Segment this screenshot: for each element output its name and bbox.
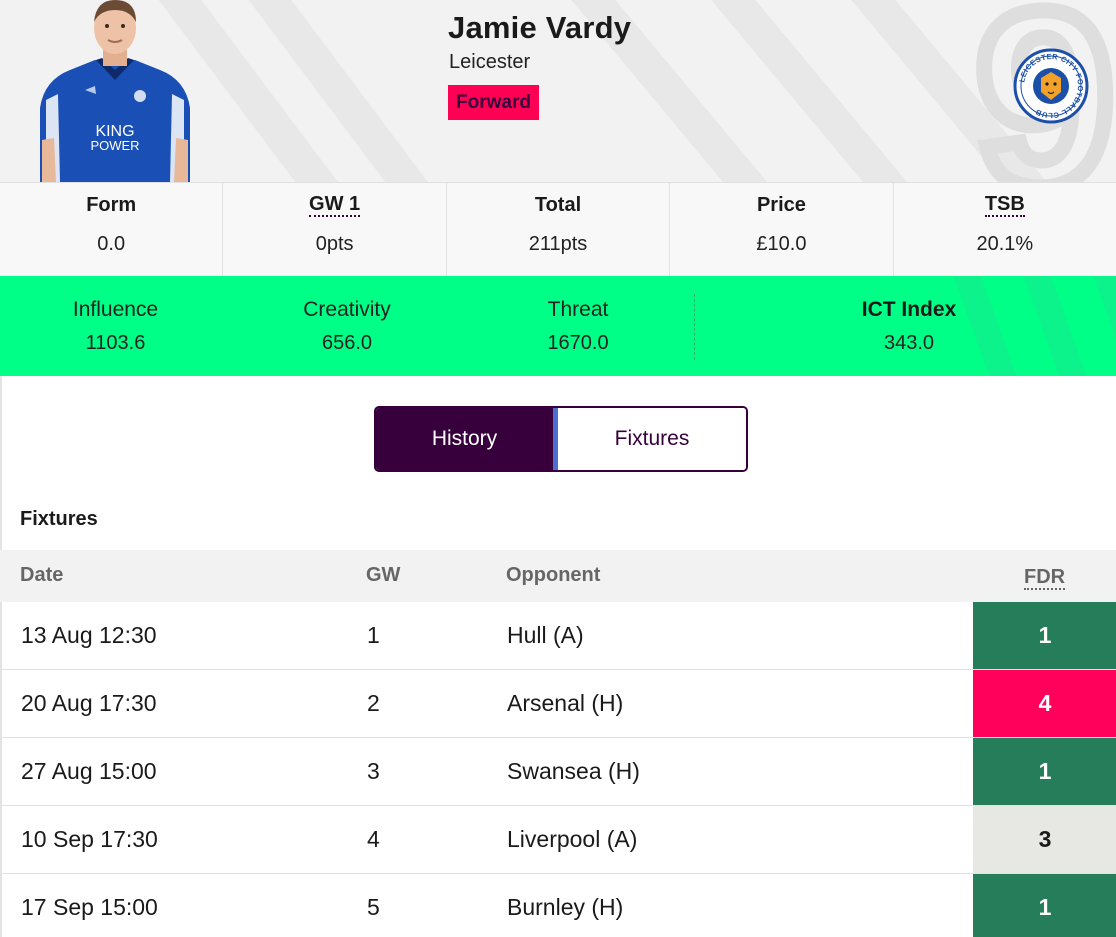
player-header: KING POWER Jamie Vardy Leicester Forward…: [0, 0, 1116, 182]
fixture-fdr: 1: [973, 874, 1116, 937]
ict-stats-row: Influence 1103.6 Creativity 656.0 Threat…: [0, 276, 1116, 376]
ict-creativity: Creativity 656.0: [287, 298, 407, 355]
club-badge-icon: LEICESTER CITY FOOTBALL CLUB: [1013, 48, 1089, 124]
position-badge: Forward: [448, 85, 539, 120]
fixture-opponent: Hull (A): [507, 622, 584, 648]
fixture-opponent: Arsenal (H): [507, 690, 624, 716]
stat-value: £10.0: [756, 233, 807, 255]
stat-price: Price £10.0: [670, 183, 894, 276]
ict-creativity-value: 656.0: [321, 332, 373, 354]
fixture-date: 10 Sep 17:30: [21, 826, 158, 852]
fixture-opponent: Liverpool (A): [507, 826, 638, 852]
fixture-gw: 3: [367, 758, 380, 784]
stat-label: Total: [534, 194, 582, 216]
ict-threat-label: Threat: [547, 298, 609, 321]
stat-total: Total 211pts: [447, 183, 671, 276]
ict-divider: [694, 294, 695, 360]
stat-value: 0.0: [97, 233, 126, 255]
fixture-date: 17 Sep 15:00: [21, 894, 158, 920]
stat-gameweek: GW 1 0pts: [223, 183, 447, 276]
player-stats-row: Form 0.0 GW 1 0pts Total 211pts Price £1…: [0, 182, 1116, 276]
fixture-fdr: 1: [973, 738, 1116, 805]
stat-label-tooltip[interactable]: GW 1: [309, 193, 361, 217]
column-header-opponent: Opponent: [506, 564, 601, 586]
table-header-row: Date GW Opponent FDR: [0, 550, 1116, 602]
fixture-opponent: Swansea (H): [507, 758, 640, 784]
tab-history[interactable]: History: [376, 408, 558, 470]
fixture-gw: 5: [367, 894, 380, 920]
stat-tsb: TSB 20.1%: [894, 183, 1116, 276]
fixture-opponent: Burnley (H): [507, 894, 624, 920]
table-row: 10 Sep 17:30 4 Liverpool (A) 3: [0, 806, 1116, 874]
ict-index-label: ICT Index: [861, 298, 957, 321]
fixture-gw: 1: [367, 622, 380, 648]
fixture-gw: 4: [367, 826, 380, 852]
ict-threat-value: 1670.0: [547, 332, 609, 354]
fixtures-section-title: Fixtures: [20, 508, 98, 530]
stat-label: Price: [756, 194, 806, 216]
table-row: 13 Aug 12:30 1 Hull (A) 1: [0, 602, 1116, 670]
tab-fixtures[interactable]: Fixtures: [558, 408, 746, 470]
fixtures-table: Date GW Opponent FDR 13 Aug 12:30 1 Hull…: [0, 550, 1116, 937]
ict-index-value: 343.0: [883, 332, 935, 354]
table-row: 20 Aug 17:30 2 Arsenal (H) 4: [0, 670, 1116, 738]
ict-creativity-label: Creativity: [303, 298, 391, 321]
player-team: Leicester: [449, 51, 531, 73]
stat-value: 0pts: [315, 233, 354, 255]
column-header-fdr[interactable]: FDR: [1024, 566, 1066, 590]
ict-influence: Influence 1103.6: [58, 298, 173, 355]
player-name: Jamie Vardy: [448, 10, 632, 45]
fixture-fdr: 1: [973, 602, 1116, 669]
stat-label: Form: [86, 194, 137, 216]
column-header-gw: GW: [366, 564, 401, 586]
ict-influence-value: 1103.6: [85, 332, 146, 354]
player-photo: KING POWER: [40, 0, 190, 182]
fixture-fdr: 4: [973, 670, 1116, 737]
fixture-fdr: 3: [973, 806, 1116, 873]
column-header-date: Date: [20, 564, 64, 586]
shirt-sponsor-line2: POWER: [90, 138, 139, 153]
view-tabs: History Fixtures: [374, 406, 748, 472]
fixture-date: 27 Aug 15:00: [21, 758, 157, 784]
stat-form: Form 0.0: [0, 183, 224, 276]
fixture-gw: 2: [367, 690, 380, 716]
ict-influence-label: Influence: [72, 298, 159, 321]
stat-value: 211pts: [528, 233, 588, 255]
fixture-date: 20 Aug 17:30: [21, 690, 157, 716]
ict-threat: Threat 1670.0: [528, 298, 628, 355]
stat-label-tooltip[interactable]: TSB: [984, 193, 1025, 217]
table-row: 27 Aug 15:00 3 Swansea (H) 1: [0, 738, 1116, 806]
stat-value: 20.1%: [976, 233, 1034, 255]
table-row: 17 Sep 15:00 5 Burnley (H) 1: [0, 874, 1116, 937]
fixture-date: 13 Aug 12:30: [21, 622, 157, 648]
ict-index: ICT Index 343.0: [848, 298, 970, 355]
